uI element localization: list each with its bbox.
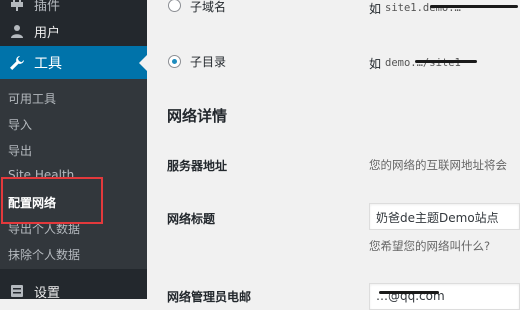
menu-settings[interactable]: 设置 bbox=[0, 277, 147, 305]
admin-sidebar: 插件 用户 工具 可用工具 导入 导出 Site Health 配置网络 导出个… bbox=[0, 0, 147, 301]
subdomain-label: 子域名 bbox=[190, 0, 227, 14]
server-address-description: 您的网络的互联网地址将会 bbox=[369, 158, 507, 172]
settings-icon bbox=[8, 282, 26, 300]
redaction-scribble bbox=[379, 291, 439, 294]
admin-email-input[interactable]: …@qq.com bbox=[369, 283, 520, 310]
submenu-import[interactable]: 导入 bbox=[8, 116, 32, 133]
menu-tools[interactable]: 工具 bbox=[0, 46, 147, 79]
subdomain-example: site1.demo.… bbox=[385, 2, 461, 14]
network-title-label: 网络标题 bbox=[167, 212, 216, 226]
subdomain-radio[interactable] bbox=[168, 0, 181, 12]
network-title-description: 您希望您的网络叫什么? bbox=[369, 239, 491, 253]
subdomain-example-prefix: 如 bbox=[369, 2, 382, 16]
wrench-icon bbox=[8, 54, 26, 72]
user-icon bbox=[8, 22, 26, 40]
subdirectory-label: 子目录 bbox=[190, 55, 227, 69]
menu-plugins[interactable]: 插件 bbox=[0, 0, 147, 18]
tools-submenu: 可用工具 导入 导出 Site Health 配置网络 导出个人数据 抹除个人数… bbox=[0, 79, 147, 269]
submenu-erase-personal-data[interactable]: 抹除个人数据 bbox=[8, 246, 80, 263]
admin-email-label: 网络管理员电邮 bbox=[167, 290, 252, 304]
submenu-available-tools[interactable]: 可用工具 bbox=[8, 90, 56, 107]
subdirectory-example: demo.…/site1 bbox=[385, 57, 461, 69]
network-title-input[interactable]: 奶爸de主题Demo站点 bbox=[369, 203, 520, 230]
subdirectory-example-prefix: 如 bbox=[369, 57, 382, 71]
submenu-export[interactable]: 导出 bbox=[8, 142, 32, 159]
menu-users-label: 用户 bbox=[34, 25, 61, 41]
redaction-scribble bbox=[430, 5, 518, 8]
menu-settings-label: 设置 bbox=[34, 285, 61, 301]
server-address-label: 服务器地址 bbox=[167, 159, 228, 173]
subdirectory-radio[interactable] bbox=[168, 55, 181, 68]
plugin-icon bbox=[8, 0, 26, 13]
redaction-scribble bbox=[415, 60, 477, 63]
menu-users[interactable]: 用户 bbox=[0, 17, 147, 45]
section-heading-network-details: 网络详情 bbox=[167, 107, 228, 125]
highlight-annotation-box bbox=[1, 177, 103, 224]
menu-tools-label: 工具 bbox=[34, 55, 62, 72]
main-content: 子域名 如 site1.demo.… 子目录 如 demo.…/site1 网络… bbox=[147, 0, 520, 310]
menu-plugins-label: 插件 bbox=[34, 0, 61, 14]
